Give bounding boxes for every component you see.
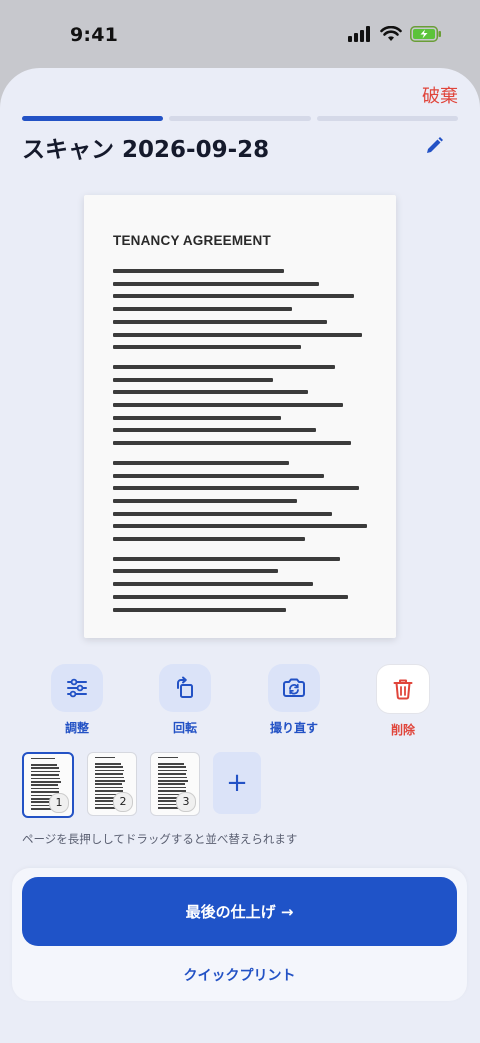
thumbnail-text-line [31, 767, 59, 769]
thumbnail-text-line [95, 776, 124, 779]
scan-title: スキャン 2026-09-28 [22, 137, 270, 163]
document-text-line [113, 428, 316, 433]
rotate-label: 回転 [172, 721, 197, 735]
progress-step-3 [316, 116, 458, 121]
thumbnail-text-line [31, 777, 60, 780]
thumbnail-text-line [158, 766, 186, 768]
thumbnail-text-line [95, 783, 122, 785]
edit-toolbar: 調整 回転 撮り直す 削除 [0, 664, 480, 744]
document-text-line [113, 319, 327, 324]
rotate-icon-tile [159, 664, 211, 712]
retake-button[interactable]: 撮り直す [259, 664, 329, 736]
add-page-button[interactable]: + [213, 752, 261, 814]
thumbnail-text-line [158, 780, 188, 782]
document-text-line [113, 607, 286, 612]
adjust-label: 調整 [64, 721, 89, 735]
pencil-icon[interactable] [422, 134, 446, 158]
sliders-icon [67, 678, 87, 698]
progress-step-2 [169, 116, 311, 121]
rotate-icon [177, 676, 193, 698]
retake-camera-icon [283, 678, 305, 697]
thumbnail-text-line [31, 770, 60, 773]
signal-icon [348, 26, 370, 42]
document-text-line [113, 473, 324, 478]
document-text-line [113, 390, 308, 395]
wifi-icon [380, 26, 402, 41]
document-text-line [113, 594, 348, 599]
document-text-line [113, 364, 335, 369]
thumbnail-heading-line [158, 757, 178, 759]
step-progress [22, 116, 458, 121]
status-bar: 9:41 [0, 0, 480, 70]
document-text-line [113, 403, 343, 407]
thumbnail-text-line [95, 780, 125, 782]
page-thumbnail-strip: 1 2 3 + [22, 752, 261, 818]
thumbnail-text-line [95, 773, 123, 775]
document-text-line [113, 377, 273, 382]
status-icons [348, 26, 442, 42]
page-number-badge: 2 [113, 792, 133, 812]
adjust-button[interactable]: 調整 [42, 664, 112, 736]
document-text-line [113, 441, 351, 446]
delete-label: 削除 [390, 723, 415, 737]
document-text-line [113, 569, 278, 574]
reorder-hint: ページを長押ししてドラッグすると並べ替えられます [22, 832, 298, 846]
document-text-line [113, 486, 359, 491]
document-text-line [113, 582, 313, 587]
document-text-line [113, 307, 292, 312]
thumbnail-text-line [31, 764, 57, 766]
thumbnail-text-line [158, 783, 185, 785]
finish-button[interactable]: 最後の仕上げ → [22, 877, 457, 946]
document-text-line [113, 269, 284, 273]
thumbnail-text-line [158, 769, 187, 772]
document-text-line [113, 556, 340, 561]
document-text-line [113, 415, 281, 420]
page-thumbnail-3[interactable]: 3 [150, 752, 200, 816]
quick-print-button[interactable]: クイックプリント [12, 965, 467, 985]
retake-label: 撮り直す [269, 721, 318, 735]
battery-icon [410, 26, 441, 42]
delete-button[interactable]: 削除 [368, 664, 438, 738]
thumbnail-text-line [31, 787, 59, 790]
page-number-badge: 3 [176, 792, 196, 812]
thumbnail-heading-line [31, 758, 55, 760]
thumbnail-text-line [158, 776, 187, 779]
discard-button[interactable]: 破棄 [422, 82, 458, 108]
thumbnail-heading-line [95, 757, 115, 759]
action-panel: 最後の仕上げ → クイックプリント [12, 868, 467, 1001]
page-number-badge: 1 [49, 793, 69, 813]
thumbnail-text-line [158, 773, 186, 775]
thumbnail-text-line [95, 786, 123, 789]
thumbnail-text-line [158, 786, 186, 789]
document-preview[interactable]: TENANCY AGREEMENT [84, 195, 396, 638]
delete-icon-tile [376, 664, 430, 714]
document-text-line [113, 524, 367, 529]
scan-review-sheet: 破棄 スキャン 2026-09-28 TENANCY AGREEMENT 調整 … [0, 68, 480, 1043]
progress-step-1 [22, 116, 164, 121]
page-thumbnail-2[interactable]: 2 [87, 752, 137, 816]
thumbnail-text-line [31, 781, 61, 783]
rotate-button[interactable]: 回転 [150, 664, 220, 736]
document-text-line [113, 345, 301, 350]
document-text-line [113, 498, 297, 503]
document-text-line [113, 332, 362, 337]
document-title: TENANCY AGREEMENT [113, 233, 271, 248]
thumbnail-text-line [95, 769, 124, 772]
page-thumbnail-1[interactable]: 1 [22, 752, 74, 818]
trash-icon [393, 679, 413, 700]
document-text-line [113, 460, 289, 465]
document-text-line [113, 537, 305, 541]
document-text-line [113, 281, 319, 286]
adjust-icon-tile [51, 664, 103, 712]
document-text-line [113, 511, 332, 516]
thumbnail-text-line [158, 763, 184, 765]
document-text-line [113, 294, 354, 299]
retake-icon-tile [268, 664, 320, 712]
thumbnail-text-line [31, 774, 59, 776]
thumbnail-text-line [95, 766, 123, 768]
thumbnail-text-line [31, 784, 58, 786]
status-time: 9:41 [70, 24, 119, 46]
thumbnail-text-line [95, 763, 121, 765]
